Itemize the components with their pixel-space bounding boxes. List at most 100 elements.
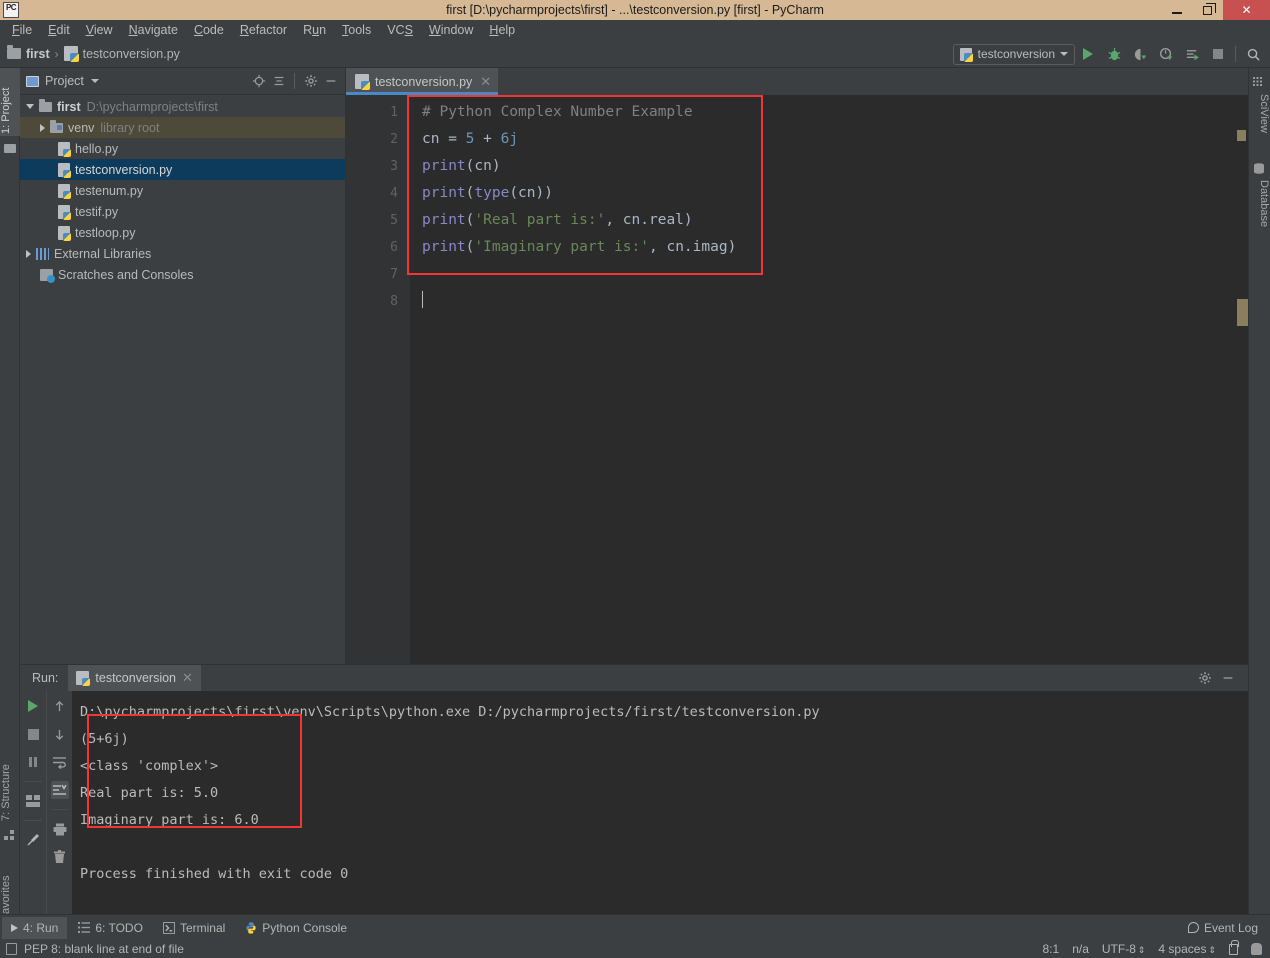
tree-item-testenum-py[interactable]: testenum.py <box>20 180 345 201</box>
tree-item-testloop-py[interactable]: testloop.py <box>20 222 345 243</box>
left-tool-strip: 1: Project 7: Structure 2: Favorites <box>0 68 20 952</box>
menu-edit[interactable]: Edit <box>40 22 78 38</box>
hide-panel-icon[interactable] <box>322 73 339 90</box>
menu-file[interactable]: FFileile <box>4 22 40 38</box>
close-button[interactable]: ✕ <box>1223 0 1270 20</box>
code-line-4: print(type(cn)) <box>422 180 1248 207</box>
sidebar-toggle-structure[interactable]: 7: Structure <box>0 743 20 823</box>
play-icon <box>28 700 38 712</box>
tree-item-testif-py[interactable]: testif.py <box>20 201 345 222</box>
editor-scrollbar[interactable] <box>1235 122 1248 691</box>
line-separator[interactable]: n/a <box>1072 942 1089 956</box>
scrollbar-marker[interactable] <box>1237 130 1246 141</box>
chevron-right-icon[interactable] <box>26 249 31 258</box>
tree-item-label: testenum.py <box>75 183 144 198</box>
bottom-tab-terminal[interactable]: Terminal <box>154 917 234 939</box>
pause-button[interactable] <box>24 753 42 771</box>
caret-position[interactable]: 8:1 <box>1043 942 1060 956</box>
settings-gear-icon[interactable] <box>1196 670 1213 687</box>
code-token: print <box>422 158 466 174</box>
terminal-icon <box>162 921 175 934</box>
sidebar-toggle-sciview[interactable]: SciView <box>1248 92 1270 152</box>
hide-panel-icon[interactable] <box>1219 670 1236 687</box>
chevron-down-icon[interactable] <box>90 79 99 83</box>
bottom-tab-todo[interactable]: 6: TODO <box>69 917 152 939</box>
run-button[interactable] <box>1075 42 1101 66</box>
code-token: + <box>474 131 501 147</box>
console-line: <class 'complex'> <box>80 758 219 774</box>
stop-button[interactable] <box>24 725 42 743</box>
menu-refactor[interactable]: Refactor <box>232 22 295 38</box>
profile-button[interactable] <box>1153 42 1179 66</box>
tree-item-testconversion-py[interactable]: testconversion.py <box>20 159 345 180</box>
bottom-tab-run[interactable]: 4: Run <box>2 916 68 939</box>
event-log-button[interactable]: Event Log <box>1187 921 1270 935</box>
lock-icon[interactable] <box>1229 939 1239 955</box>
bottom-tab-label: Python Console <box>262 920 348 935</box>
python-file-icon <box>355 74 370 90</box>
rerun-button[interactable] <box>24 697 42 715</box>
pin-tab-button[interactable] <box>24 831 42 849</box>
locate-icon[interactable] <box>250 73 267 90</box>
play-icon <box>1083 48 1093 60</box>
code-line-1: # Python Complex Number Example <box>422 99 1248 126</box>
menu-code[interactable]: Code <box>186 22 232 38</box>
clear-all-button[interactable] <box>51 848 69 866</box>
editor-tab-testconversion-py[interactable]: testconversion.py ✕ <box>346 68 499 95</box>
scrollbar-thumb[interactable] <box>1237 299 1248 326</box>
close-icon[interactable]: ✕ <box>182 670 193 686</box>
run-with-console-button[interactable] <box>1179 42 1205 66</box>
sidebar-toggle-project[interactable]: 1: Project <box>0 68 20 136</box>
code-text[interactable]: # Python Complex Number Example cn = 5 +… <box>410 95 1248 664</box>
chevron-right-icon[interactable] <box>40 123 45 132</box>
console-output[interactable]: D:\pycharmprojects\first\venv\Scripts\py… <box>72 691 1248 915</box>
tree-item-hello-py[interactable]: hello.py <box>20 138 345 159</box>
run-coverage-button[interactable] <box>1127 42 1153 66</box>
menu-run[interactable]: Run <box>295 22 334 38</box>
collapse-all-icon[interactable] <box>270 73 287 90</box>
close-icon[interactable]: ✕ <box>480 74 491 90</box>
tree-item-venv[interactable]: venv library root <box>20 117 345 138</box>
breadcrumb-project[interactable]: first <box>7 45 50 61</box>
breadcrumb-file[interactable]: testconversion.py <box>63 46 180 62</box>
debug-button[interactable] <box>1101 42 1127 66</box>
soft-wrap-button[interactable] <box>51 753 69 771</box>
settings-gear-icon[interactable] <box>302 73 319 90</box>
tool-window-bar-bottom: 4: Run 6: TODO Terminal Python Console E… <box>0 914 1270 940</box>
console-line: Process finished with exit code 0 <box>80 866 349 882</box>
search-everywhere-button[interactable] <box>1240 42 1266 66</box>
minimize-button[interactable] <box>1161 0 1192 20</box>
run-configuration-selector[interactable]: testconversion <box>952 43 1075 65</box>
menu-window[interactable]: Window <box>421 22 481 38</box>
bottom-tab-python-console[interactable]: Python Console <box>236 917 356 939</box>
tree-item-scratches-and-consoles[interactable]: Scratches and Consoles <box>20 264 345 285</box>
down-stack-button[interactable] <box>51 725 69 743</box>
menu-navigate[interactable]: Navigate <box>121 22 186 38</box>
chevron-down-icon[interactable] <box>26 104 34 109</box>
encoding-label: UTF-8 <box>1101 942 1136 956</box>
indent-selector[interactable]: 4 spaces ⇕ <box>1158 942 1216 956</box>
window-title: first [D:\pycharmprojects\first] - ...\t… <box>446 3 824 17</box>
tree-item-external-libraries[interactable]: External Libraries <box>20 243 345 264</box>
scroll-to-end-button[interactable] <box>50 781 69 799</box>
menu-help[interactable]: Help <box>481 22 523 38</box>
status-message: PEP 8: blank line at end of file <box>24 942 184 956</box>
maximize-button[interactable] <box>1192 0 1223 20</box>
run-tab-testconversion[interactable]: testconversion ✕ <box>68 665 201 691</box>
code-line-5: print('Real part is:', cn.real) <box>422 207 1248 234</box>
up-stack-button[interactable] <box>51 697 69 715</box>
code-editor[interactable]: 1 2 3 4 5 6 7 8 # Python Complex Number … <box>346 95 1248 691</box>
tree-item-first[interactable]: first D:\pycharmprojects\first <box>20 96 345 117</box>
project-tool-window: Project first D:\pycharmprojects\first v… <box>20 68 346 664</box>
menu-view[interactable]: View <box>78 22 121 38</box>
text-caret <box>422 291 423 308</box>
hector-icon[interactable] <box>1251 943 1262 955</box>
menu-vcs[interactable]: VCS <box>379 22 421 38</box>
print-button[interactable] <box>51 820 69 838</box>
layout-button[interactable] <box>24 792 42 810</box>
sidebar-toggle-database[interactable]: Database <box>1248 178 1270 250</box>
menu-tools[interactable]: Tools <box>334 22 379 38</box>
line-number: 1 <box>390 105 398 120</box>
stop-button[interactable] <box>1205 42 1231 66</box>
encoding-selector[interactable]: UTF-8 ⇕ <box>1102 942 1146 956</box>
